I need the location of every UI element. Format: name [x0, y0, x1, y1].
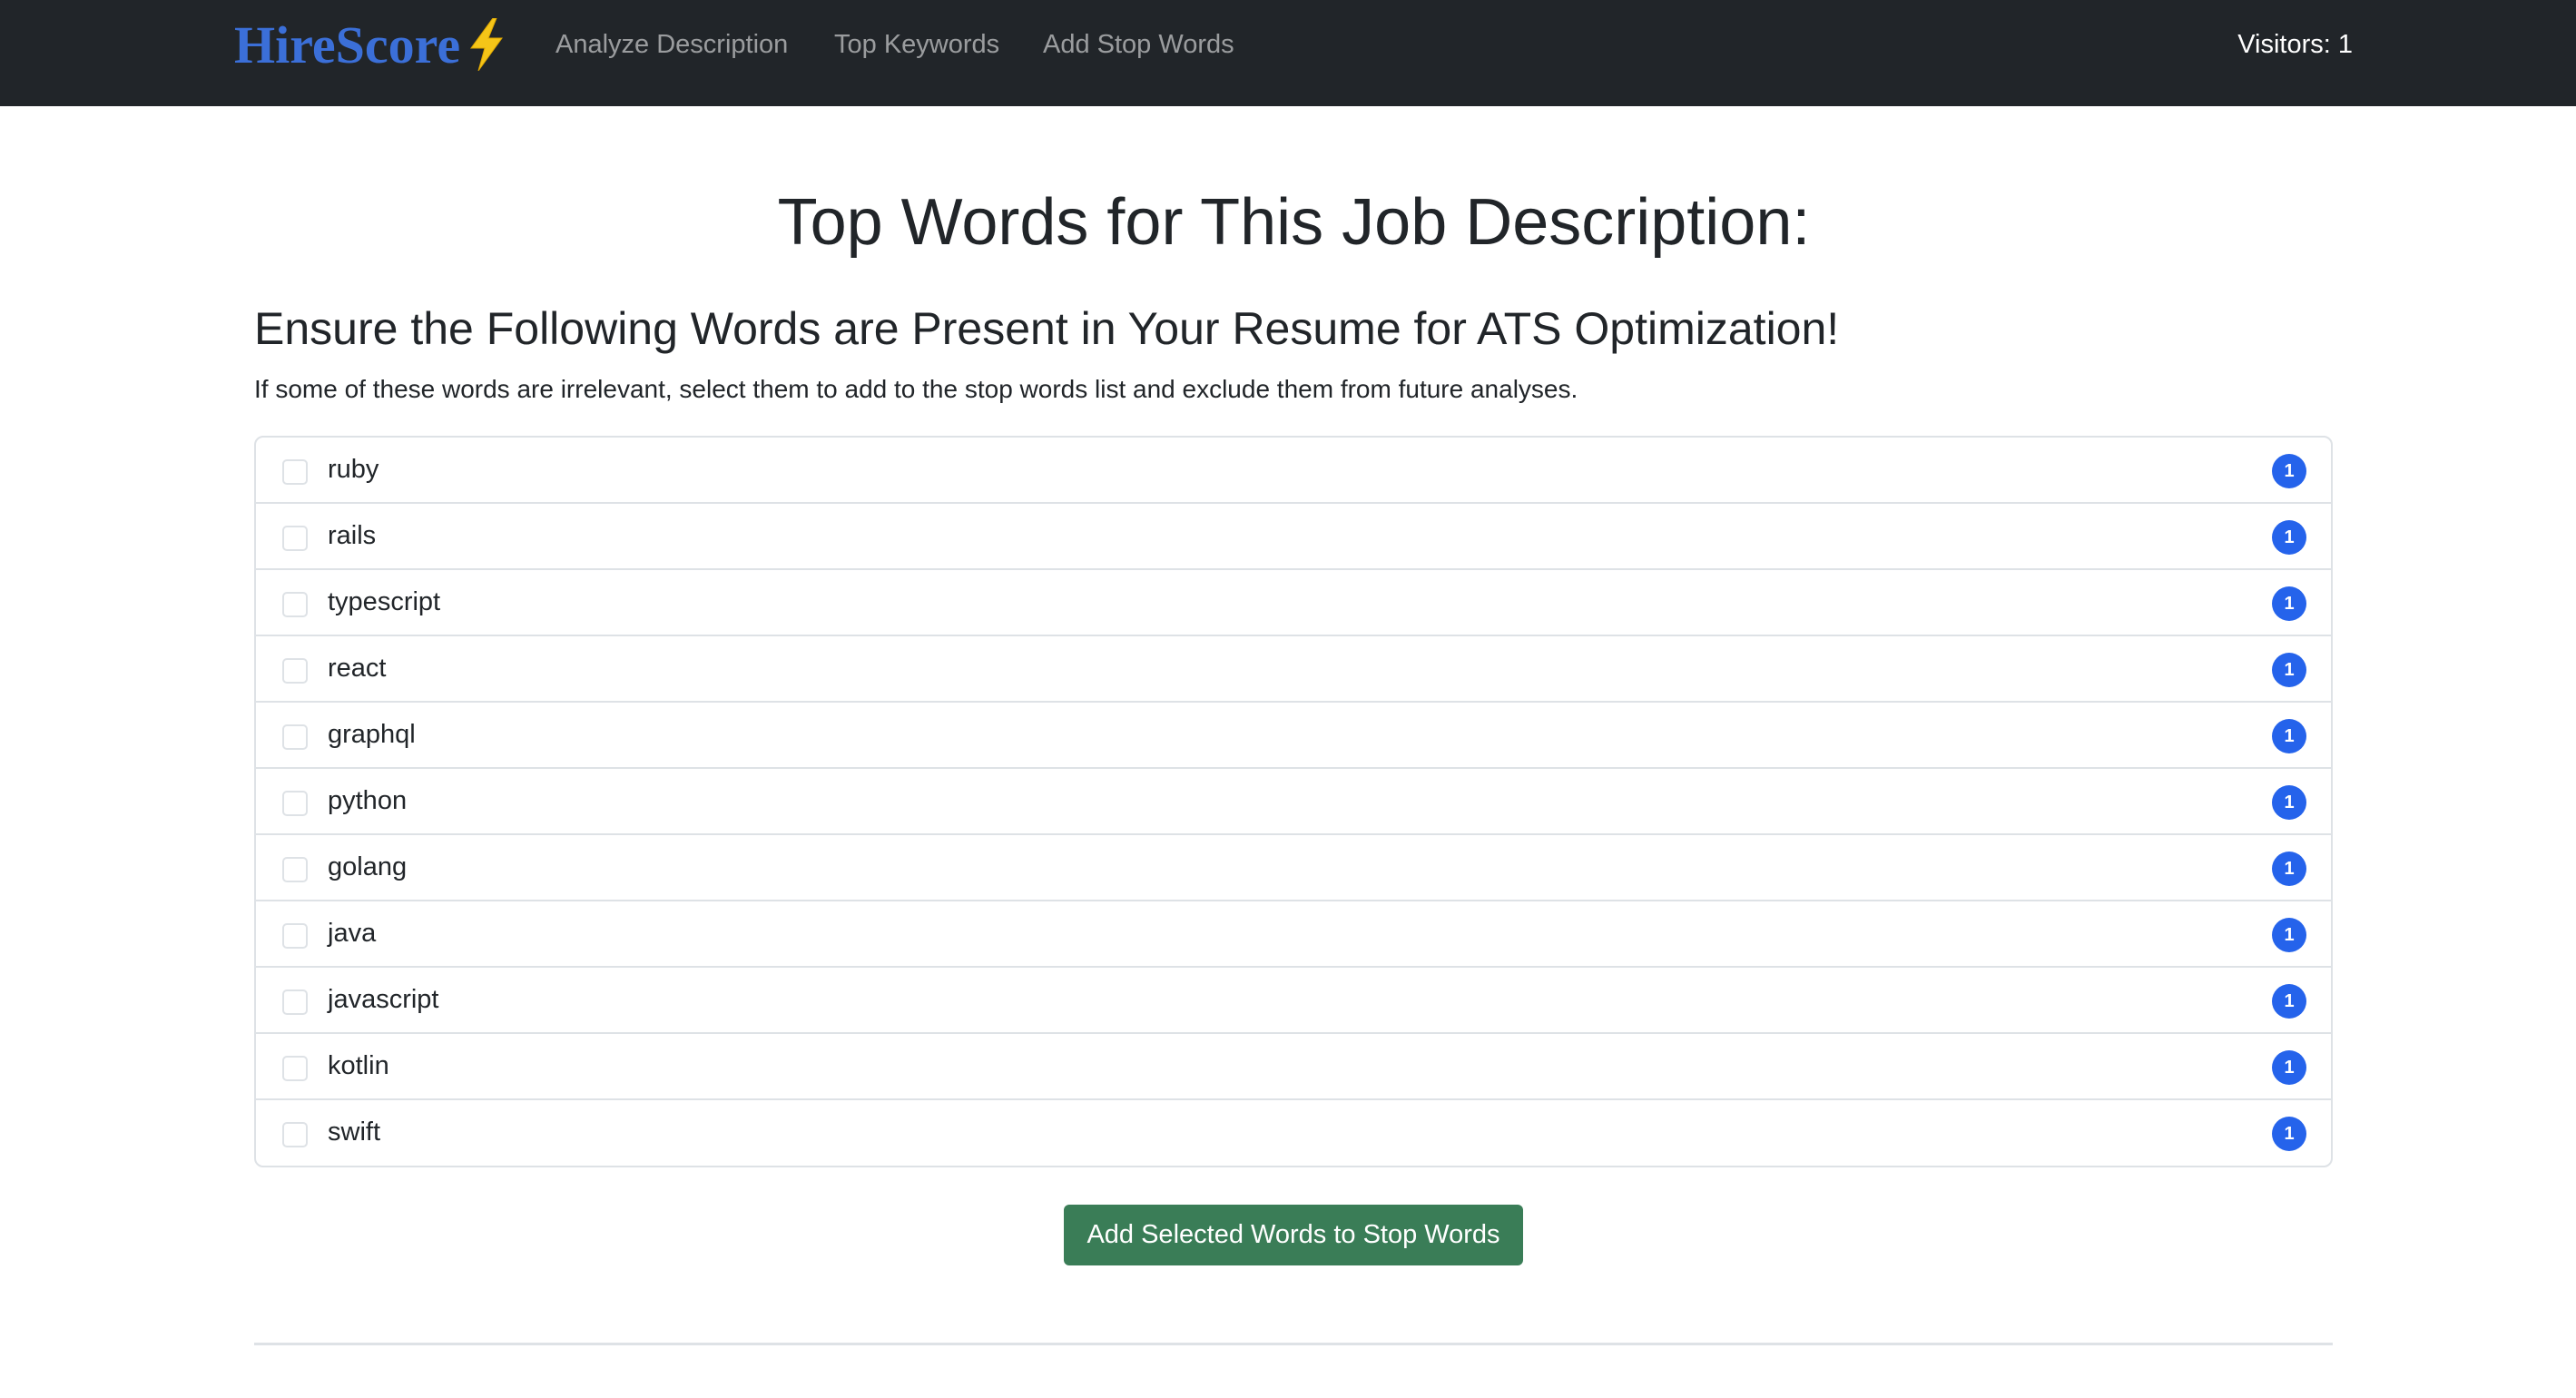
footer-divider: [254, 1343, 2333, 1345]
word-count-badge: 1: [2272, 852, 2306, 886]
word-label: kotlin: [328, 1051, 389, 1080]
word-list-item[interactable]: java 1: [256, 901, 2331, 968]
word-label: python: [328, 786, 408, 815]
word-list-item[interactable]: ruby 1: [256, 438, 2331, 504]
word-list-item[interactable]: graphql 1: [256, 703, 2331, 769]
nav-analyze-description[interactable]: Analyze Description: [556, 30, 788, 60]
word-checkbox[interactable]: [282, 459, 308, 485]
word-checkbox[interactable]: [282, 724, 308, 750]
word-label: swift: [328, 1117, 380, 1147]
word-count-badge: 1: [2272, 586, 2306, 621]
visitor-counter: Visitors: 1: [2237, 30, 2353, 59]
word-count-badge: 1: [2272, 1050, 2306, 1085]
word-label: typescript: [328, 587, 441, 616]
page-title: Top Words for This Job Description:: [777, 186, 1811, 259]
word-checkbox[interactable]: [282, 592, 308, 617]
word-list-item[interactable]: python 1: [256, 769, 2331, 835]
page-subtitle: Ensure the Following Words are Present i…: [254, 303, 1840, 354]
word-label: rails: [328, 521, 377, 550]
word-count-badge: 1: [2272, 1117, 2306, 1151]
word-checkbox[interactable]: [282, 1056, 308, 1081]
word-list-item[interactable]: kotlin 1: [256, 1034, 2331, 1100]
instructions-text: If some of these words are irrelevant, s…: [254, 375, 1578, 403]
brand-name: HireScore: [234, 15, 461, 74]
word-label: react: [328, 654, 387, 683]
word-checkbox[interactable]: [282, 989, 308, 1015]
word-label: graphql: [328, 720, 416, 749]
word-checkbox[interactable]: [282, 857, 308, 882]
word-list-item[interactable]: swift 1: [256, 1100, 2331, 1166]
word-count-badge: 1: [2272, 984, 2306, 1019]
word-checkbox[interactable]: [282, 526, 308, 551]
word-label: java: [328, 919, 377, 948]
brand-logo-link[interactable]: HireScore: [234, 13, 507, 76]
word-count-badge: 1: [2272, 520, 2306, 555]
word-checkbox[interactable]: [282, 923, 308, 949]
word-list-item[interactable]: golang 1: [256, 835, 2331, 901]
nav-add-stop-words[interactable]: Add Stop Words: [1043, 30, 1234, 60]
word-list-item[interactable]: rails 1: [256, 504, 2331, 570]
word-list-item[interactable]: typescript 1: [256, 570, 2331, 636]
word-checkbox[interactable]: [282, 1122, 308, 1147]
nav-top-keywords[interactable]: Top Keywords: [834, 30, 999, 60]
word-checkbox[interactable]: [282, 791, 308, 816]
add-to-stop-words-button[interactable]: Add Selected Words to Stop Words: [1064, 1205, 1523, 1265]
top-navbar: HireScore Analyze Description Top Keywor…: [0, 0, 2576, 106]
word-label: javascript: [328, 985, 439, 1014]
lightning-bolt-icon: [470, 18, 504, 71]
word-count-badge: 1: [2272, 454, 2306, 488]
word-label: golang: [328, 852, 408, 881]
top-words-list: ruby 1 rails 1 typescript 1 react 1 graphql 1 pyth…: [254, 436, 2333, 1167]
word-list-item[interactable]: react 1: [256, 636, 2331, 703]
word-count-badge: 1: [2272, 719, 2306, 753]
word-checkbox[interactable]: [282, 658, 308, 684]
word-count-badge: 1: [2272, 918, 2306, 952]
word-label: ruby: [328, 455, 379, 484]
word-count-badge: 1: [2272, 785, 2306, 820]
word-list-item[interactable]: javascript 1: [256, 968, 2331, 1034]
word-count-badge: 1: [2272, 653, 2306, 687]
